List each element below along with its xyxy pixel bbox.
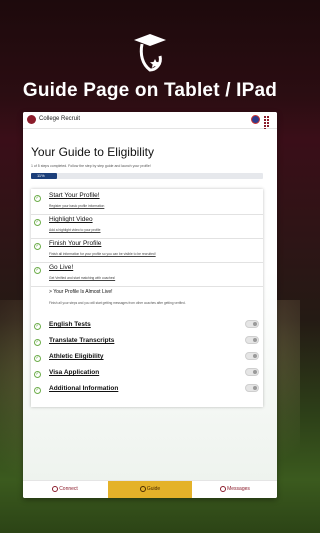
app-top-bar: College Recruit <box>23 112 277 130</box>
check-circle-icon: ✓ <box>34 355 41 362</box>
grid-menu-icon[interactable] <box>264 116 272 130</box>
task-label[interactable]: English Tests <box>49 321 91 328</box>
task-toggle[interactable] <box>245 320 259 328</box>
task-visa-application[interactable]: ✓ Visa Application <box>31 367 263 383</box>
step-description[interactable]: Add a highlight video to your profile <box>49 228 101 232</box>
page-headline: Guide Page on Tablet / IPad <box>22 80 278 101</box>
avatar[interactable] <box>251 115 260 124</box>
task-toggle[interactable] <box>245 368 259 376</box>
progress-bar: 11% <box>31 173 263 179</box>
task-athletic-eligibility[interactable]: ✓ Athletic Eligibility <box>31 351 263 367</box>
check-circle-icon: ✓ <box>34 219 41 226</box>
task-label[interactable]: Translate Transcripts <box>49 337 114 344</box>
step-description[interactable]: Finish all information for your profile … <box>49 252 156 256</box>
app-name: College Recruit <box>39 116 81 122</box>
connect-icon <box>52 485 59 492</box>
task-toggle[interactable] <box>245 352 259 360</box>
live-title: > Your Profile Is Almost Live! <box>49 289 113 295</box>
step-go-live[interactable]: ✓ Go Live! Get Verified and start matchi… <box>31 263 263 287</box>
nav-connect[interactable]: Connect <box>23 481 107 498</box>
progress-fill: 11% <box>31 173 57 179</box>
graduation-cap-logo-icon <box>134 34 166 72</box>
profile-live-notice: > Your Profile Is Almost Live! Finish al… <box>49 289 259 305</box>
task-toggle[interactable] <box>245 384 259 392</box>
guide-content: Your Guide to Eligibility 1 of 5 steps c… <box>23 129 277 481</box>
live-description: Finish all your steps and you will start… <box>49 301 186 305</box>
tablet-screen: College Recruit Your Guide to Eligibilit… <box>23 112 277 498</box>
step-start-profile[interactable]: ✓ Start Your Profile! Register your basi… <box>31 191 263 215</box>
task-toggle[interactable] <box>245 336 259 344</box>
task-additional-information[interactable]: ✓ Additional Information <box>31 383 263 399</box>
check-circle-icon: ✓ <box>34 323 41 330</box>
check-circle-icon: ✓ <box>34 387 41 394</box>
nav-guide-label: Guide <box>146 486 161 492</box>
step-description[interactable]: Get Verified and start matching with coa… <box>49 276 115 280</box>
bottom-nav: Connect Guide Messages <box>23 480 277 498</box>
nav-connect-label: Connect <box>59 486 78 492</box>
nav-messages-label: Messages <box>227 486 250 492</box>
check-circle-icon: ✓ <box>34 243 41 250</box>
nav-guide[interactable]: Guide <box>108 481 192 498</box>
step-finish-profile[interactable]: ✓ Finish Your Profile Finish all informa… <box>31 239 263 263</box>
task-label[interactable]: Visa Application <box>49 369 99 376</box>
steps-card: ✓ Start Your Profile! Register your basi… <box>31 189 263 407</box>
task-label[interactable]: Athletic Eligibility <box>49 353 104 360</box>
step-title[interactable]: Finish Your Profile <box>49 240 101 247</box>
app-logo-icon <box>27 115 36 124</box>
step-title[interactable]: Start Your Profile! <box>49 192 100 199</box>
step-highlight-video[interactable]: ✓ Highlight Video Add a highlight video … <box>31 215 263 239</box>
guide-subtitle: 1 of 5 steps completed. Follow the step … <box>31 164 151 168</box>
step-title[interactable]: Highlight Video <box>49 216 93 223</box>
guide-icon <box>139 485 146 492</box>
page-title: Your Guide to Eligibility <box>31 145 154 159</box>
step-title[interactable]: Go Live! <box>49 264 73 271</box>
check-circle-icon: ✓ <box>34 267 41 274</box>
check-circle-icon: ✓ <box>34 339 41 346</box>
task-english-tests[interactable]: ✓ English Tests <box>31 319 263 335</box>
progress-label: 11% <box>37 173 45 178</box>
messages-icon <box>220 485 227 492</box>
task-label[interactable]: Additional Information <box>49 385 118 392</box>
check-circle-icon: ✓ <box>34 371 41 378</box>
step-description[interactable]: Register your basic profile information <box>49 204 104 208</box>
task-translate-transcripts[interactable]: ✓ Translate Transcripts <box>31 335 263 351</box>
check-circle-icon: ✓ <box>34 195 41 202</box>
nav-messages[interactable]: Messages <box>193 481 277 498</box>
